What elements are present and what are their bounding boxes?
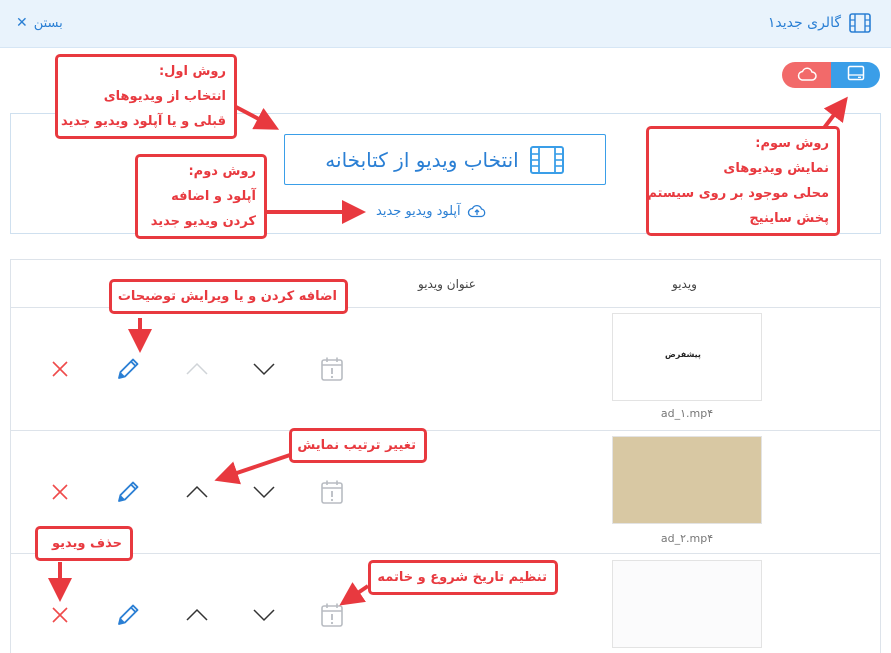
schedule-button[interactable] (318, 478, 346, 506)
callout-line: قبلی و یا آپلود ویدیو جدید (61, 114, 226, 129)
cloud-upload-icon (467, 203, 487, 219)
chevron-down-icon (253, 363, 275, 376)
video-filename: ad_۲.mp۴ (660, 532, 714, 545)
callout-line: نمایش ویدیوهای (723, 161, 829, 176)
hard-drive-icon (847, 65, 865, 85)
close-icon (52, 607, 68, 623)
callout-delete: حذف ویدیو (35, 526, 133, 561)
chevron-up-icon (186, 362, 208, 375)
move-down-button[interactable] (250, 478, 278, 506)
calendar-alert-icon (321, 480, 343, 504)
callout-line: حذف ویدیو (51, 536, 122, 551)
calendar-alert-icon (321, 357, 343, 381)
cloud-source-button[interactable] (782, 62, 831, 88)
move-up-button[interactable] (183, 601, 211, 629)
pencil-icon (118, 604, 139, 625)
move-up-button[interactable] (183, 478, 211, 506)
callout-line: انتخاب از ویدیوهای (103, 89, 226, 104)
source-toggle (782, 62, 880, 88)
callout-line: محلی موجود بر روی سیستم (647, 186, 829, 201)
edit-description-button[interactable] (114, 601, 142, 629)
schedule-button[interactable] (318, 601, 346, 629)
callout-line: کردن ویدیو جدید (150, 214, 256, 229)
calendar-alert-icon (321, 603, 343, 627)
chevron-down-icon (253, 486, 275, 499)
film-icon (849, 13, 871, 33)
upload-new-video-label: آپلود ویدیو جدید (376, 203, 461, 219)
move-down-button[interactable] (250, 601, 278, 629)
column-header-video: ویدیو (672, 277, 697, 291)
chevron-down-icon (253, 609, 275, 622)
column-header-title: عنوان ویدیو (418, 277, 476, 291)
schedule-button[interactable] (318, 355, 346, 383)
delete-button[interactable] (46, 601, 74, 629)
delete-button[interactable] (46, 478, 74, 506)
video-thumbnail[interactable] (612, 436, 762, 524)
choose-from-library-label: انتخاب ویدیو از کتابخانه (325, 147, 519, 172)
callout-line: پخش ساینیج (749, 211, 829, 226)
page-title-text: گالری جدید۱ (767, 15, 841, 31)
close-icon (52, 484, 68, 500)
callout-edit: اضافه کردن و یا ویرایش توضیحات (109, 279, 348, 314)
callout-line: روش دوم: (188, 164, 256, 179)
film-icon (529, 145, 565, 175)
callout-order: تغییر ترتیب نمایش (289, 428, 427, 463)
delete-button[interactable] (46, 355, 74, 383)
callout-method-2: روش دوم: آپلود و اضافه کردن ویدیو جدید (135, 154, 267, 239)
move-down-button[interactable] (250, 355, 278, 383)
cloud-icon (797, 66, 817, 85)
close-icon: ✕ (16, 15, 28, 31)
callout-line: آپلود و اضافه (171, 189, 256, 204)
close-button[interactable]: ✕ بستن (16, 15, 63, 31)
video-filename: ad_۱.mp۴ (660, 407, 714, 420)
chevron-up-icon (186, 485, 208, 498)
callout-line: روش اول: (158, 64, 226, 79)
choose-from-library-button[interactable]: انتخاب ویدیو از کتابخانه (284, 134, 606, 185)
callout-method-1: روش اول: انتخاب از ویدیوهای قبلی و یا آپ… (55, 54, 237, 139)
callout-line: تغییر ترتیب نمایش (297, 438, 416, 453)
edit-description-button[interactable] (114, 355, 142, 383)
callout-schedule: تنظیم تاریخ شروع و خاتمه (368, 560, 558, 595)
upload-new-video-link[interactable]: آپلود ویدیو جدید (376, 203, 487, 219)
row-divider (10, 553, 881, 554)
video-thumbnail[interactable] (612, 560, 762, 648)
local-source-button[interactable] (831, 62, 880, 88)
header-bar: گالری جدید۱ ✕ بستن (0, 0, 891, 48)
thumbnail-text: پیشفرض (665, 350, 701, 359)
chevron-up-icon (186, 608, 208, 621)
callout-line: روش سوم: (755, 136, 829, 151)
page-title: گالری جدید۱ (768, 13, 871, 33)
callout-line: اضافه کردن و یا ویرایش توضیحات (117, 289, 337, 304)
callout-method-3: روش سوم: نمایش ویدیوهای محلی موجود بر رو… (646, 126, 840, 236)
close-label: بستن (33, 15, 63, 31)
close-icon (52, 361, 68, 377)
move-up-button[interactable] (183, 355, 211, 383)
edit-description-button[interactable] (114, 478, 142, 506)
row-divider (10, 430, 881, 431)
callout-line: تنظیم تاریخ شروع و خاتمه (377, 570, 547, 585)
pencil-icon (118, 481, 139, 502)
pencil-icon (118, 358, 139, 379)
gallery-page: گالری جدید۱ ✕ بستن انتخاب ویدیو از کتابخ… (0, 0, 891, 653)
